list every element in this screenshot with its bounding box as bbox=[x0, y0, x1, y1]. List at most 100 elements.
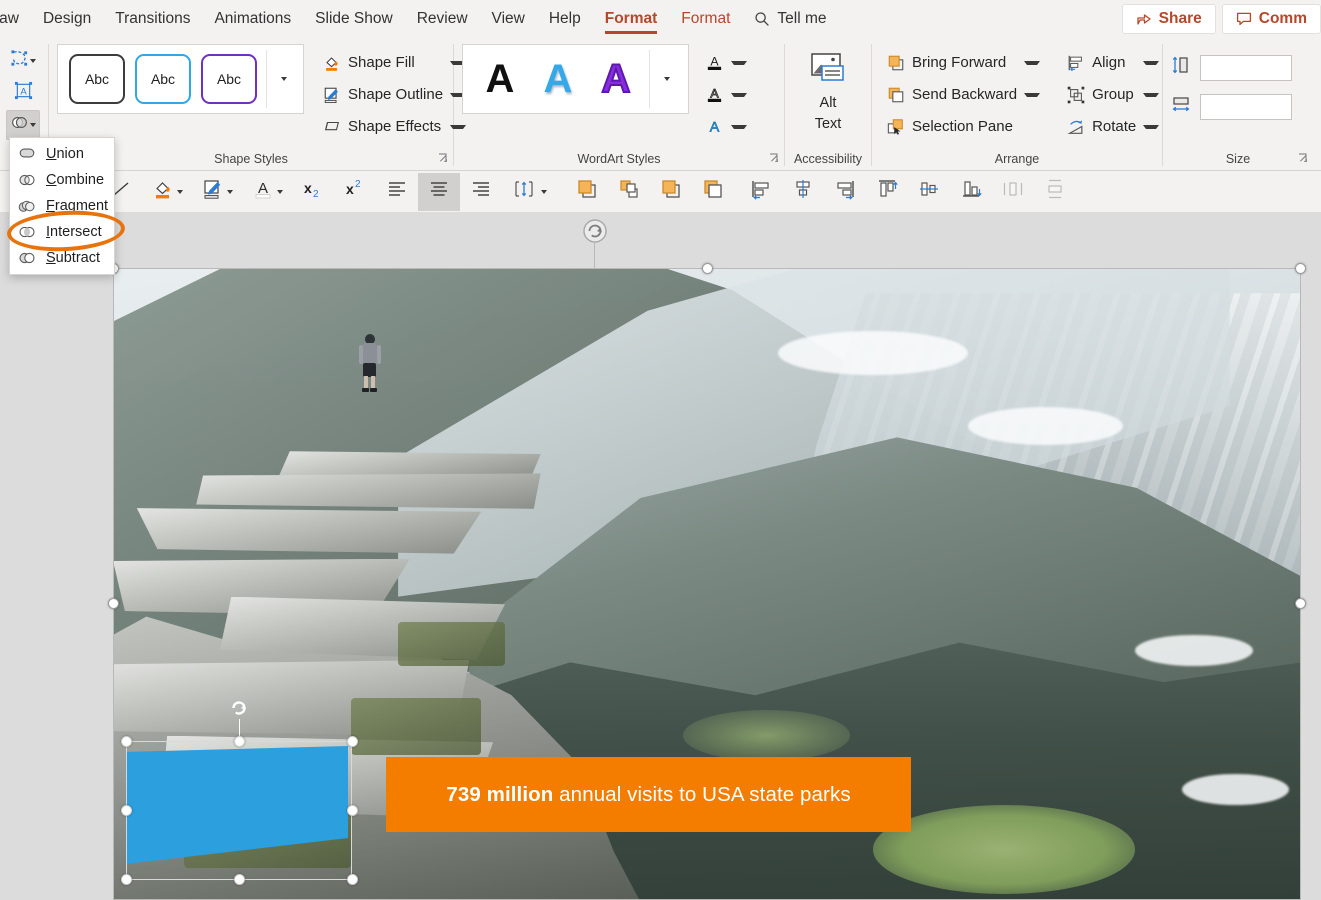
tab-review[interactable]: Review bbox=[405, 0, 480, 38]
align-left-button[interactable] bbox=[376, 173, 418, 211]
chevron-down-icon[interactable] bbox=[1143, 93, 1159, 97]
menu-item-combine[interactable]: Combine bbox=[10, 167, 114, 193]
align-objects-left-button[interactable] bbox=[740, 173, 782, 211]
chevron-down-icon[interactable] bbox=[1143, 61, 1159, 65]
align-button[interactable]: Align bbox=[1060, 47, 1165, 78]
chevron-down-icon[interactable] bbox=[731, 61, 747, 65]
text-effects-button[interactable]: A bbox=[699, 111, 753, 142]
alt-text-button[interactable]: Alt Text bbox=[793, 44, 863, 133]
wordart-preset-2[interactable]: A bbox=[529, 51, 587, 107]
shape-handle-sw[interactable] bbox=[121, 874, 132, 885]
menu-item-fragment[interactable]: Fragment bbox=[10, 193, 114, 219]
tab-format-shape[interactable]: Format bbox=[593, 0, 670, 38]
picture-rotate-handle[interactable] bbox=[582, 218, 608, 244]
subscript-button[interactable]: x 2 bbox=[292, 173, 334, 211]
menu-item-subtract[interactable]: Subtract bbox=[10, 245, 114, 271]
bring-to-front-button[interactable] bbox=[566, 173, 608, 211]
shape-handle-n[interactable] bbox=[234, 736, 245, 747]
chevron-down-icon[interactable] bbox=[227, 190, 233, 194]
bring-forward-quick-button[interactable] bbox=[608, 173, 650, 211]
shape-fill-quick-button[interactable] bbox=[142, 173, 192, 211]
shape-fill-button[interactable]: Shape Fill bbox=[316, 47, 472, 78]
comments-button[interactable]: Comm bbox=[1222, 4, 1321, 34]
text-box-button[interactable]: A bbox=[6, 78, 40, 108]
shape-rotate-handle[interactable] bbox=[226, 695, 252, 721]
align-center-button[interactable] bbox=[418, 173, 460, 211]
chevron-down-icon[interactable] bbox=[731, 125, 747, 129]
align-objects-bottom-button[interactable] bbox=[950, 173, 992, 211]
send-backward-button[interactable]: Send Backward bbox=[880, 79, 1046, 110]
font-color-button[interactable]: A bbox=[242, 173, 292, 211]
wordart-preset-1[interactable]: A bbox=[471, 51, 529, 107]
alt-text-label-line1: Alt bbox=[820, 94, 837, 112]
distribute-horizontally-button[interactable] bbox=[992, 173, 1034, 211]
superscript-button[interactable]: x 2 bbox=[334, 173, 376, 211]
shape-style-preset-1[interactable]: Abc bbox=[69, 54, 125, 104]
send-to-back-button[interactable] bbox=[650, 173, 692, 211]
chevron-down-icon[interactable] bbox=[177, 190, 183, 194]
shape-handle-ne[interactable] bbox=[347, 736, 358, 747]
shape-handle-s[interactable] bbox=[234, 874, 245, 885]
shape-handle-nw[interactable] bbox=[121, 736, 132, 747]
wordart-styles-gallery[interactable]: A A A bbox=[462, 44, 689, 114]
align-objects-right-button[interactable] bbox=[824, 173, 866, 211]
chevron-down-icon[interactable] bbox=[30, 59, 36, 63]
edit-shape-button[interactable] bbox=[6, 46, 40, 76]
chevron-down-icon[interactable] bbox=[731, 93, 747, 97]
chevron-down-icon[interactable] bbox=[1024, 61, 1040, 65]
shape-styles-dialog-launcher[interactable] bbox=[438, 152, 448, 166]
shape-styles-gallery[interactable]: Abc Abc Abc bbox=[57, 44, 304, 114]
line-spacing-button[interactable] bbox=[502, 173, 558, 211]
picture-handle-n[interactable] bbox=[702, 263, 713, 274]
shape-handle-w[interactable] bbox=[121, 805, 132, 816]
text-fill-button[interactable]: A bbox=[699, 47, 753, 78]
send-backward-quick-button[interactable] bbox=[692, 173, 734, 211]
align-objects-middle-button[interactable] bbox=[908, 173, 950, 211]
shape-style-preset-2[interactable]: Abc bbox=[135, 54, 191, 104]
share-button[interactable]: Share bbox=[1122, 4, 1216, 34]
wordart-styles-dialog-launcher[interactable] bbox=[769, 152, 779, 166]
picture-handle-e[interactable] bbox=[1295, 598, 1306, 609]
tab-slide-show[interactable]: Slide Show bbox=[303, 0, 405, 38]
align-objects-top-button[interactable] bbox=[866, 173, 908, 211]
shape-style-preset-3[interactable]: Abc bbox=[201, 54, 257, 104]
shape-height-input[interactable] bbox=[1200, 55, 1292, 81]
shape-styles-more-button[interactable] bbox=[271, 50, 297, 108]
rotate-button[interactable]: Rotate bbox=[1060, 111, 1165, 142]
tab-format-picture[interactable]: Format bbox=[669, 0, 742, 38]
chevron-down-icon[interactable] bbox=[1143, 125, 1159, 129]
group-button[interactable]: Group bbox=[1060, 79, 1165, 110]
shape-handle-e[interactable] bbox=[347, 805, 358, 816]
chevron-down-icon[interactable] bbox=[277, 190, 283, 194]
chevron-down-icon[interactable] bbox=[1024, 93, 1040, 97]
selection-pane-button[interactable]: Selection Pane bbox=[880, 111, 1046, 142]
shape-effects-button[interactable]: Shape Effects bbox=[316, 111, 472, 142]
shape-handle-se[interactable] bbox=[347, 874, 358, 885]
tab-help[interactable]: Help bbox=[537, 0, 593, 38]
shape-width-input[interactable] bbox=[1200, 94, 1292, 120]
size-dialog-launcher[interactable] bbox=[1298, 152, 1308, 166]
tab-draw[interactable]: raw bbox=[0, 0, 31, 38]
slide-canvas[interactable]: 739 million annual visits to USA state p… bbox=[0, 213, 1321, 900]
text-outline-button[interactable]: A bbox=[699, 79, 753, 110]
menu-item-union[interactable]: Union bbox=[10, 141, 114, 167]
align-right-button[interactable] bbox=[460, 173, 502, 211]
chevron-down-icon[interactable] bbox=[30, 123, 36, 127]
chevron-down-icon[interactable] bbox=[541, 190, 547, 194]
align-objects-center-button[interactable] bbox=[782, 173, 824, 211]
distribute-vertically-button[interactable] bbox=[1034, 173, 1076, 211]
menu-item-intersect[interactable]: Intersect bbox=[10, 219, 114, 245]
tab-animations[interactable]: Animations bbox=[202, 0, 303, 38]
picture-handle-w[interactable] bbox=[108, 598, 119, 609]
tab-view[interactable]: View bbox=[480, 0, 537, 38]
tab-transitions[interactable]: Transitions bbox=[103, 0, 202, 38]
tab-design[interactable]: Design bbox=[31, 0, 103, 38]
wordart-styles-more-button[interactable] bbox=[654, 50, 680, 108]
shape-outline-button[interactable]: Shape Outline bbox=[316, 79, 472, 110]
merge-shapes-button[interactable] bbox=[6, 110, 40, 140]
shape-outline-quick-button[interactable] bbox=[192, 173, 242, 211]
tell-me-box[interactable]: Tell me bbox=[742, 10, 838, 28]
picture-handle-ne[interactable] bbox=[1295, 263, 1306, 274]
bring-forward-button[interactable]: Bring Forward bbox=[880, 47, 1046, 78]
wordart-preset-3[interactable]: A bbox=[587, 51, 645, 107]
